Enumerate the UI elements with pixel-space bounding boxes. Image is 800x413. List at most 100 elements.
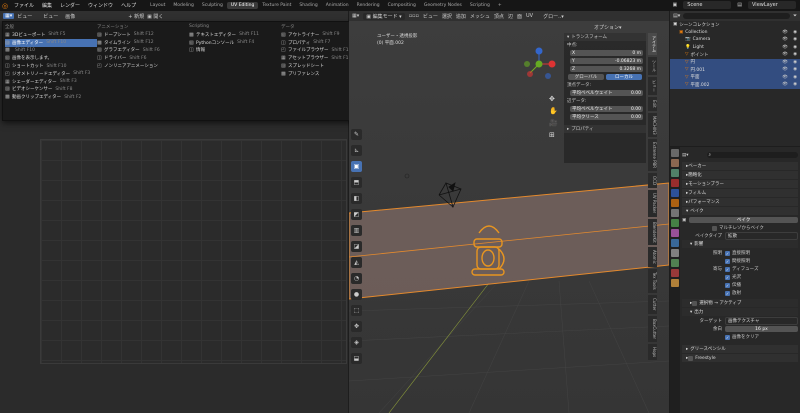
outliner-row[interactable]: ▽ 円 👁 ◉ (670, 58, 800, 66)
edge-bevel-field[interactable]: 平均ベベルウェイト 0.00 (570, 106, 643, 112)
properties-section-3[interactable]: ▸ フィルム (682, 189, 798, 197)
target-select[interactable]: 画像テクスチャ (725, 317, 798, 325)
add-workspace-button[interactable]: + (494, 2, 506, 9)
properties-section-4[interactable]: ▸ パフォーマンス (682, 198, 798, 206)
properties-tab-13-icon[interactable] (671, 279, 679, 287)
workspace-tab-10[interactable]: Scripting (466, 2, 494, 9)
freestyle-header[interactable]: ▸ Freestyle (682, 354, 798, 362)
clear-image-checkbox[interactable]: ✓ (725, 334, 730, 340)
bake-type-select[interactable]: 拡散 (725, 232, 798, 240)
poly-build-tool-icon[interactable]: ◭ (351, 257, 362, 268)
properties-tab-12-icon[interactable] (671, 269, 679, 277)
rip-tool-icon[interactable]: ⬓ (351, 353, 362, 364)
add-cube-tool-icon[interactable]: ▣ (351, 161, 362, 172)
editor-menu-item[interactable]: ▧ 画像を表示します。 (5, 54, 97, 62)
render-icon[interactable]: ◉ (793, 45, 797, 50)
shrink-tool-icon[interactable]: ✥ (351, 321, 362, 332)
editor-menu-item[interactable]: ◫ ドライバー Shift F6 (97, 54, 189, 62)
editor-menu-item[interactable]: ▩ 動画クリップエディター Shift F2 (5, 93, 97, 101)
editor-type-icon[interactable]: ▦▾ (3, 13, 15, 19)
eye-icon[interactable]: 👁 (782, 75, 788, 80)
editor-menu-item[interactable]: ▩ テキストエディター Shift F11 (189, 31, 281, 39)
render-icon[interactable]: ◉ (793, 67, 797, 72)
sidebar-tab-7[interactable]: UV Packer (648, 190, 657, 217)
uv-header-item-0[interactable]: ビュー (17, 13, 32, 20)
editor-menu-item[interactable]: ▧ グラフエディター Shift F6 (97, 47, 189, 55)
sidebar-tab-13[interactable]: Hops (648, 343, 657, 360)
properties-tab-10-icon[interactable] (671, 249, 679, 257)
properties-search-input[interactable]: ⌕ (706, 152, 798, 158)
properties-panel-header[interactable]: ▸ プロパティ (564, 125, 646, 133)
eye-icon[interactable]: 👁 (782, 60, 788, 65)
sidebar-tab-11[interactable]: Cutter (648, 294, 657, 314)
spin-tool-icon[interactable]: ◔ (351, 273, 362, 284)
properties-tab-1-icon[interactable] (671, 159, 679, 167)
editor-menu-item[interactable]: ▦ シェーダーエディター Shift F3 (5, 78, 97, 86)
outliner-row[interactable]: 📷 Camera 👁 ◉ (670, 36, 800, 44)
workspace-tab-1[interactable]: Modeling (169, 2, 197, 9)
viewport-menu-0[interactable]: ビュー (423, 13, 438, 20)
render-icon[interactable]: ◉ (793, 37, 797, 42)
annotate-tool-icon[interactable]: ✎ (351, 129, 362, 140)
render-icon[interactable]: ◉ (793, 82, 797, 87)
editor-menu-item[interactable]: ▨ 画像エディター Shift F10 (5, 38, 97, 47)
properties-tab-3-icon[interactable] (671, 179, 679, 187)
workspace-tab-8[interactable]: Compositing (384, 2, 420, 9)
influence-checkbox[interactable]: ✓ (725, 250, 730, 256)
uv-header-item-1[interactable]: ビュー (43, 13, 58, 20)
bake-button[interactable]: ベイク (689, 217, 798, 223)
properties-tab-2-icon[interactable] (671, 169, 679, 177)
editor-menu-item[interactable]: ◰ ジオメトリノードエディター Shift F3 (5, 70, 97, 78)
viewport-menu-2[interactable]: 追加 (456, 13, 466, 20)
workspace-tab-9[interactable]: Geometry Nodes (420, 2, 466, 9)
workspace-tab-7[interactable]: Rendering (353, 2, 384, 9)
bevel-tool-icon[interactable]: ◩ (351, 209, 362, 220)
viewport-menu-3[interactable]: メッシュ (470, 13, 490, 20)
sidebar-tab-4[interactable]: MACHIN3 (648, 112, 657, 138)
freestyle-checkbox[interactable] (688, 355, 694, 361)
editor-menu-item[interactable]: ▨ ドープシート Shift F12 (97, 31, 189, 39)
editor-menu-item[interactable]: ◫ 情報 (189, 47, 281, 55)
margin-field[interactable]: 16 px (725, 326, 798, 332)
eye-icon[interactable]: 👁 (782, 45, 788, 50)
sidebar-tab-10[interactable]: Tex Tools (648, 269, 657, 293)
knife-tool-icon[interactable]: ◪ (351, 241, 362, 252)
orientation-dropdown[interactable]: グロー..▾ (543, 13, 564, 20)
render-icon[interactable]: ◉ (793, 52, 797, 57)
render-icon[interactable]: ◉ (793, 30, 797, 35)
sidebar-tab-5[interactable]: Extreme PBR (648, 139, 657, 172)
viewport-menu-6[interactable]: 面 (517, 13, 522, 20)
sidebar-tab-3[interactable]: Edit (648, 97, 657, 111)
render-icon[interactable]: ◉ (793, 60, 797, 65)
scene-collection-row[interactable]: ▣ シーンコレクション (670, 21, 800, 29)
menu-item-3[interactable]: ウィンドウ (84, 2, 117, 9)
outliner-editor-icon[interactable]: ▤▾ (673, 13, 680, 19)
output-header[interactable]: ▾ 出力 (682, 308, 798, 316)
vertex-bevel-field[interactable]: 平均ベベルウェイト 0.00 (570, 90, 643, 96)
outliner-row[interactable]: ▽ 平面 👁 ◉ (670, 73, 800, 81)
menu-item-2[interactable]: レンダー (56, 2, 84, 9)
properties-editor-icon[interactable]: ▤▾ (682, 153, 689, 158)
3d-viewport[interactable]: ▦▾ ▣ 編集モード ▾ ▫▫▫ ビュー 選択 追加 メッシュ 頂点辺面 UV グロー..… (349, 11, 669, 413)
properties-section-2[interactable]: ▸ モーションブラー (682, 180, 798, 188)
influence-checkbox[interactable]: ✓ (725, 258, 730, 264)
eye-icon[interactable]: 👁 (782, 67, 788, 72)
influence-header[interactable]: ▾ 影響 (682, 240, 798, 248)
workspace-tab-4[interactable]: Texture Paint (258, 2, 295, 9)
options-dropdown[interactable]: オプション▾ (594, 24, 622, 31)
crease-field[interactable]: 平均クリース 0.00 (570, 114, 643, 120)
edge-slide-tool-icon[interactable]: ⬚ (351, 305, 362, 316)
influence-checkbox[interactable]: ✓ (725, 290, 730, 296)
outliner-row[interactable]: ▽ 平面.002 👁 ◉ (670, 81, 800, 89)
render-icon[interactable]: ◉ (793, 75, 797, 80)
transform-panel-header[interactable]: ▾ トランスフォーム (564, 33, 646, 41)
loop-cut-tool-icon[interactable]: ▥ (351, 225, 362, 236)
open-image-button[interactable]: ▣ 開く (147, 13, 163, 20)
influence-checkbox[interactable]: ✓ (725, 266, 730, 272)
editor-menu-item[interactable]: ▨ ビデオシーケンサー Shift F8 (5, 86, 97, 94)
editor-menu-item[interactable]: ▦ 3Dビューポート Shift F5 (5, 31, 97, 39)
eye-icon[interactable]: 👁 (782, 30, 788, 35)
viewport-menu-7[interactable]: UV (526, 13, 533, 20)
outliner-row[interactable]: ▽ 円.001 👁 ◉ (670, 66, 800, 74)
outliner-row[interactable]: ▣ Collection 👁 ◉ (670, 29, 800, 37)
